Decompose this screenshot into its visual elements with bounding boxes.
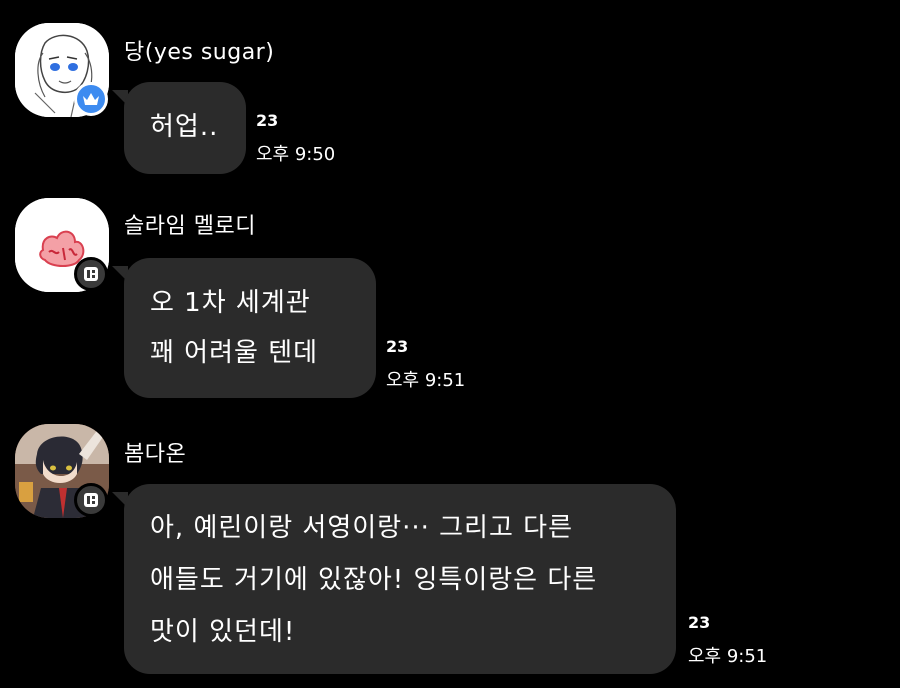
unread-count: 23 (256, 111, 279, 130)
staff-icon (84, 493, 98, 507)
message-text: 허업.. (150, 112, 219, 142)
message-meta: 23 오후 9:50 (256, 108, 335, 168)
message-bubble[interactable]: 아, 예린이랑 서영이랑··· 그리고 다른 애들도 거기에 있잖아! 잉특이랑… (124, 484, 676, 674)
message-bubble[interactable]: 오 1차 세계관 꽤 어려울 텐데 (124, 258, 376, 398)
message-bubble[interactable]: 허업.. (124, 82, 246, 174)
message-text: 아, 예린이랑 서영이랑··· 그리고 다른 (150, 513, 573, 543)
owner-badge (74, 82, 108, 116)
staff-icon (84, 267, 98, 281)
message-item: 당(yes sugar) 허업.. 23 오후 9:50 (0, 0, 900, 190)
message-time: 오후 9:51 (386, 370, 466, 391)
sender-name: 당(yes sugar) (124, 40, 275, 65)
message-text: 애들도 거기에 있잖아! 잉특이랑은 다른 (150, 565, 598, 595)
message-item: 봄다온 아, 예린이랑 서영이랑··· 그리고 다른 애들도 거기에 있잖아! … (0, 410, 900, 688)
unread-count: 23 (386, 337, 409, 356)
message-time: 오후 9:51 (688, 646, 768, 667)
message-time: 오후 9:50 (256, 144, 336, 165)
sender-name: 슬라임 멜로디 (124, 214, 256, 239)
message-text: 꽤 어려울 텐데 (150, 338, 319, 368)
crown-icon (83, 93, 99, 105)
message-text: 맛이 있던데! (150, 617, 296, 647)
staff-badge (74, 257, 108, 291)
staff-badge (74, 483, 108, 517)
message-text: 오 1차 세계관 (150, 288, 311, 318)
message-meta: 23 오후 9:51 (386, 334, 465, 394)
unread-count: 23 (688, 613, 711, 632)
sender-name: 봄다온 (124, 442, 187, 467)
message-item: 슬라임 멜로디 오 1차 세계관 꽤 어려울 텐데 23 오후 9:51 (0, 190, 900, 410)
message-meta: 23 오후 9:51 (688, 610, 767, 670)
